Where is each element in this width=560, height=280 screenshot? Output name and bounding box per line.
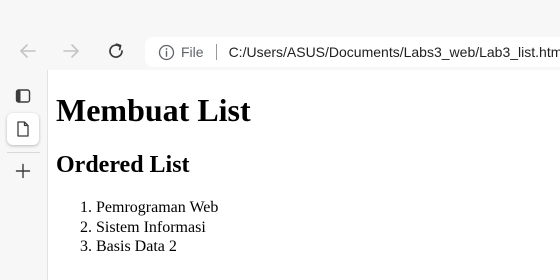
arrow-left-icon xyxy=(20,44,36,58)
page-icon xyxy=(17,121,29,137)
info-icon[interactable] xyxy=(157,43,175,61)
address-url[interactable]: C:/Users/ASUS/Documents/Labs3_web/Lab3_l… xyxy=(229,44,560,60)
active-tab[interactable] xyxy=(7,113,39,145)
tab-actions-icon xyxy=(15,89,31,103)
ordered-list: Pemrograman Web Sistem Informasi Basis D… xyxy=(56,198,218,257)
refresh-button[interactable] xyxy=(103,38,129,64)
browser-toolbar: File C:/Users/ASUS/Documents/Labs3_web/L… xyxy=(0,0,560,70)
page-content: Membuat List Ordered List Pemrograman We… xyxy=(48,71,560,280)
arrow-right-icon xyxy=(63,44,79,58)
page-heading: Membuat List xyxy=(56,92,251,128)
forward-button[interactable] xyxy=(58,38,84,64)
refresh-icon xyxy=(109,43,123,58)
plus-icon xyxy=(15,163,31,179)
new-tab-button[interactable] xyxy=(7,155,39,187)
browser-window: File C:/Users/ASUS/Documents/Labs3_web/L… xyxy=(0,0,560,280)
list-item: Basis Data 2 xyxy=(96,237,218,257)
back-button[interactable] xyxy=(15,38,41,64)
list-item: Sistem Informasi xyxy=(96,218,218,238)
page-subheading: Ordered List xyxy=(56,152,190,178)
vertical-tab-sidebar xyxy=(0,70,48,280)
address-divider xyxy=(215,44,217,60)
tab-actions-button[interactable] xyxy=(7,80,39,112)
address-bar[interactable]: File C:/Users/ASUS/Documents/Labs3_web/L… xyxy=(145,37,560,67)
address-scheme-label: File xyxy=(181,44,204,60)
sidebar-divider xyxy=(7,152,40,153)
list-item: Pemrograman Web xyxy=(96,198,218,218)
